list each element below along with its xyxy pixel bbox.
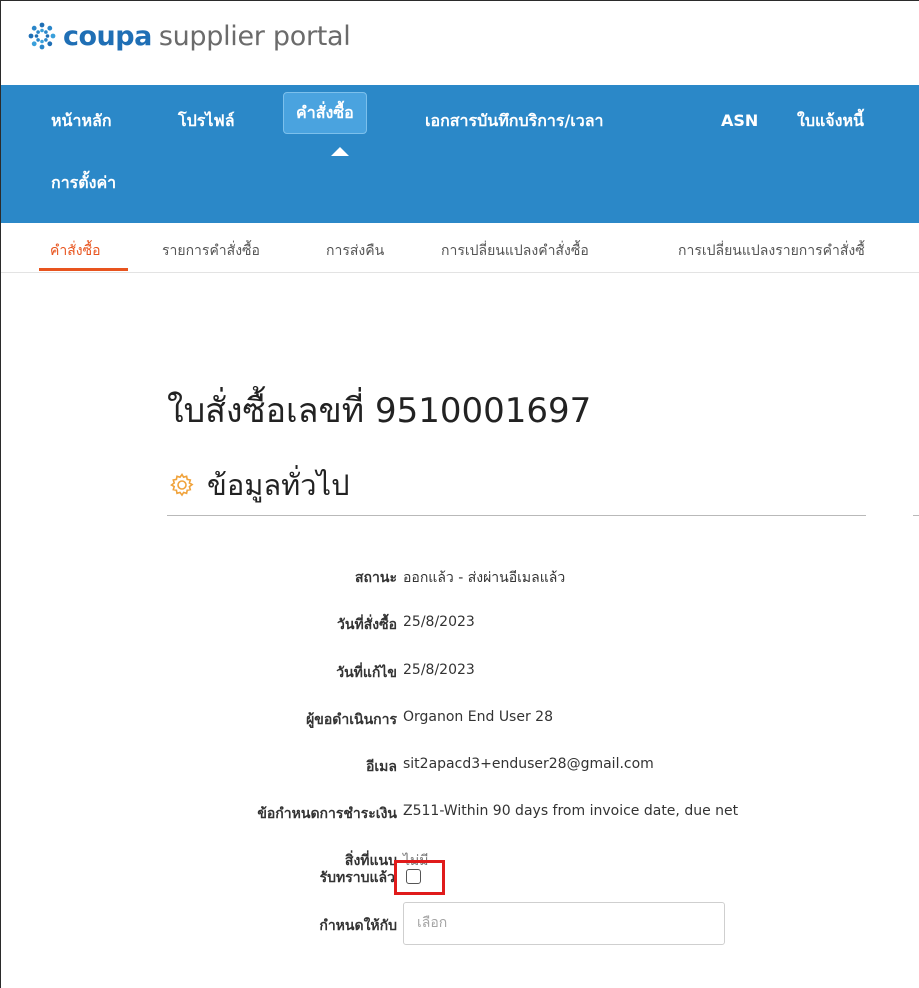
detail-label: ข้อกำหนดการชำระเงิน (257, 806, 397, 822)
detail-label: วันที่สั่งซื้อ (337, 617, 397, 633)
detail-label: สถานะ (355, 570, 397, 586)
nav-profile[interactable]: โปรไฟล์ (166, 101, 247, 141)
detail-label: วันที่แก้ไข (336, 665, 397, 681)
detail-value: Z511-Within 90 days from invoice date, d… (403, 803, 739, 819)
detail-row-revision-date: วันที่แก้ไข 25/8/2023 (1, 662, 919, 686)
nav-invoices[interactable]: ใบแจ้งหนี้ (785, 101, 876, 141)
section-general-info-header: ข้อมูลทั่วไป (167, 462, 350, 508)
section-title: ข้อมูลทั่วไป (207, 468, 350, 502)
nav-settings[interactable]: การตั้งค่า (39, 163, 128, 203)
detail-row-requester: ผู้ขอดำเนินการ Organon End User 28 (1, 709, 919, 733)
gear-icon (170, 473, 194, 497)
detail-row-email: อีเมล sit2apacd3+enduser28@gmail.com (1, 756, 919, 780)
nav-home[interactable]: หน้าหลัก (39, 101, 124, 141)
logo-supplier-portal-text: supplier portal (158, 20, 351, 52)
app-frame: coupa supplier portal หน้าหลัก โปรไฟล์ ค… (0, 0, 919, 988)
subnav-returns[interactable]: การส่งคืน (326, 240, 384, 262)
section-divider (167, 515, 866, 516)
nav-asn[interactable]: ASN (709, 101, 770, 141)
coupa-logo[interactable]: coupa supplier portal (25, 19, 351, 53)
detail-value: Organon End User 28 (403, 709, 553, 725)
subnav-orders[interactable]: คำสั่งซื้อ (50, 240, 101, 262)
assign-to-label: กำหนดให้กับ (319, 918, 397, 934)
page-title: ใบสั่งซื้อเลขที่ 9510001697 (167, 391, 592, 431)
main-nav: หน้าหลัก โปรไฟล์ คำสั่งซื้อ เอกสารบันทึก… (1, 85, 919, 223)
detail-label: ผู้ขอดำเนินการ (306, 712, 397, 728)
subnav-active-underline (39, 268, 128, 271)
sub-nav: คำสั่งซื้อ รายการคำสั่งซื้อ การส่งคืน กา… (1, 223, 919, 273)
detail-value: 25/8/2023 (403, 662, 475, 678)
detail-value: 25/8/2023 (403, 614, 475, 630)
nav-active-caret-icon (331, 147, 349, 156)
coupa-burst-icon (28, 22, 56, 50)
assign-to-select[interactable]: เลือก (403, 902, 725, 945)
section-divider-right (913, 515, 919, 516)
acknowledged-checkbox[interactable] (406, 869, 421, 884)
detail-value: sit2apacd3+enduser28@gmail.com (403, 756, 654, 772)
nav-orders[interactable]: คำสั่งซื้อ (283, 92, 367, 134)
subnav-order-line-changes[interactable]: การเปลี่ยนแปลงรายการคำสั่งซื้ (678, 240, 865, 262)
detail-row-payment-terms: ข้อกำหนดการชำระเงิน Z511-Within 90 days … (1, 803, 919, 827)
acknowledged-label: รับทราบแล้ว (319, 870, 395, 886)
nav-service-time-sheets[interactable]: เอกสารบันทึกบริการ/เวลา (413, 101, 616, 141)
detail-row-status: สถานะ ออกแล้ว - ส่งผ่านอีเมลแล้ว (1, 567, 919, 591)
subnav-order-lines[interactable]: รายการคำสั่งซื้อ (162, 240, 260, 262)
logo-bar: coupa supplier portal (1, 1, 919, 85)
detail-label: อีเมล (365, 759, 397, 775)
detail-row-acknowledged: รับทราบแล้ว (1, 867, 919, 891)
detail-value: ออกแล้ว - ส่งผ่านอีเมลแล้ว (403, 570, 566, 586)
logo-coupa-text: coupa (63, 20, 152, 52)
detail-row-order-date: วันที่สั่งซื้อ 25/8/2023 (1, 614, 919, 638)
subnav-order-changes[interactable]: การเปลี่ยนแปลงคำสั่งซื้อ (441, 240, 589, 262)
